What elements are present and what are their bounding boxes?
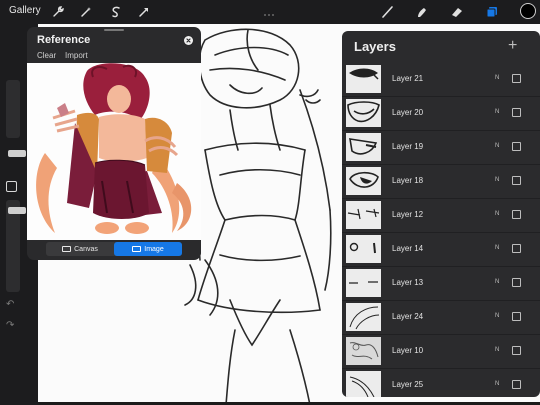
- reference-drag-handle[interactable]: [104, 29, 124, 31]
- blend-mode-button[interactable]: N: [495, 313, 499, 319]
- layer-thumbnail: [346, 269, 381, 297]
- opacity-thumb[interactable]: [8, 207, 26, 214]
- brush-size-thumb[interactable]: [8, 150, 26, 157]
- image-mode-label: Image: [144, 245, 164, 253]
- blend-mode-button[interactable]: N: [495, 245, 499, 251]
- gallery-button[interactable]: Gallery: [9, 5, 41, 16]
- canvas-mode-label: Canvas: [74, 245, 98, 253]
- undo-icon[interactable]: ↶: [6, 299, 14, 310]
- image-icon: [132, 246, 142, 252]
- close-icon[interactable]: [184, 36, 193, 45]
- layer-thumbnail: [346, 65, 381, 93]
- layer-visibility-checkbox[interactable]: [512, 142, 521, 151]
- reference-mode-toggle[interactable]: Canvas Image: [46, 242, 182, 256]
- layer-name: Layer 12: [392, 210, 424, 219]
- layer-name: Layer 25: [392, 380, 424, 389]
- layer-thumbnail: [346, 337, 381, 365]
- top-grabber[interactable]: [264, 3, 276, 16]
- magic-wand-icon[interactable]: [78, 4, 94, 20]
- image-mode-button[interactable]: Image: [114, 242, 182, 256]
- layer-visibility-checkbox[interactable]: [512, 176, 521, 185]
- color-picker-button[interactable]: [520, 3, 536, 19]
- blend-mode-button[interactable]: N: [495, 211, 499, 217]
- reference-import-button[interactable]: Import: [65, 51, 88, 60]
- wrench-icon[interactable]: [50, 4, 66, 20]
- layer-row[interactable]: Layer 13 N: [342, 267, 540, 301]
- layer-row[interactable]: Layer 25 N: [342, 369, 540, 397]
- reference-image: [27, 63, 201, 240]
- brush-icon[interactable]: [380, 4, 396, 20]
- layer-name: Layer 21: [392, 74, 424, 83]
- eraser-icon[interactable]: [449, 4, 465, 20]
- blend-mode-button[interactable]: N: [495, 75, 499, 81]
- transform-arrow-icon[interactable]: [136, 4, 152, 20]
- layer-name: Layer 13: [392, 278, 424, 287]
- layer-row[interactable]: Layer 24 N: [342, 301, 540, 335]
- layer-name: Layer 24: [392, 312, 424, 321]
- layer-visibility-checkbox[interactable]: [512, 312, 521, 321]
- blend-mode-button[interactable]: N: [495, 109, 499, 115]
- canvas-mode-button[interactable]: Canvas: [46, 242, 114, 256]
- smudge-icon[interactable]: [414, 4, 430, 20]
- reference-panel[interactable]: Reference Clear Import Canvas Image: [27, 27, 201, 260]
- reference-title: Reference: [37, 34, 91, 46]
- canvas-icon: [62, 246, 72, 252]
- layer-thumbnail: [346, 235, 381, 263]
- layer-thumbnail: [346, 167, 381, 195]
- redo-icon[interactable]: ↷: [6, 320, 14, 331]
- layer-visibility-checkbox[interactable]: [512, 74, 521, 83]
- layer-visibility-checkbox[interactable]: [512, 244, 521, 253]
- layer-thumbnail: [346, 303, 381, 331]
- layer-visibility-checkbox[interactable]: [512, 380, 521, 389]
- layer-visibility-checkbox[interactable]: [512, 108, 521, 117]
- layer-name: Layer 19: [392, 142, 424, 151]
- blend-mode-button[interactable]: N: [495, 143, 499, 149]
- layer-row[interactable]: Layer 21 N: [342, 63, 540, 97]
- blend-mode-button[interactable]: N: [495, 177, 499, 183]
- modify-button[interactable]: [6, 181, 17, 192]
- blend-mode-button[interactable]: N: [495, 381, 499, 387]
- layer-row[interactable]: Layer 19 N: [342, 131, 540, 165]
- layer-name: Layer 10: [392, 346, 424, 355]
- layers-title: Layers: [354, 39, 396, 54]
- layer-name: Layer 18: [392, 176, 424, 185]
- layer-visibility-checkbox[interactable]: [512, 346, 521, 355]
- layer-thumbnail: [346, 371, 381, 397]
- layer-thumbnail: [346, 99, 381, 127]
- layer-visibility-checkbox[interactable]: [512, 278, 521, 287]
- add-layer-icon[interactable]: +: [508, 37, 517, 55]
- blend-mode-button[interactable]: N: [495, 279, 499, 285]
- layers-panel: Layers + Layer 21 N Layer 20 N Layer 19 …: [342, 31, 540, 397]
- brush-size-slider[interactable]: [6, 80, 26, 157]
- layer-row[interactable]: Layer 18 N: [342, 165, 540, 199]
- selection-icon[interactable]: [108, 4, 124, 20]
- blend-mode-button[interactable]: N: [495, 347, 499, 353]
- top-toolbar: Gallery: [0, 0, 540, 24]
- layer-row[interactable]: Layer 10 N: [342, 335, 540, 369]
- reference-clear-button[interactable]: Clear: [37, 51, 56, 60]
- layer-thumbnail: [346, 133, 381, 161]
- layer-thumbnail: [346, 201, 381, 229]
- layer-name: Layer 20: [392, 108, 424, 117]
- opacity-slider[interactable]: [6, 200, 26, 292]
- layers-icon[interactable]: [484, 4, 500, 20]
- layer-row[interactable]: Layer 14 N: [342, 233, 540, 267]
- layer-visibility-checkbox[interactable]: [512, 210, 521, 219]
- layer-row[interactable]: Layer 20 N: [342, 97, 540, 131]
- layer-name: Layer 14: [392, 244, 424, 253]
- layer-row[interactable]: Layer 12 N: [342, 199, 540, 233]
